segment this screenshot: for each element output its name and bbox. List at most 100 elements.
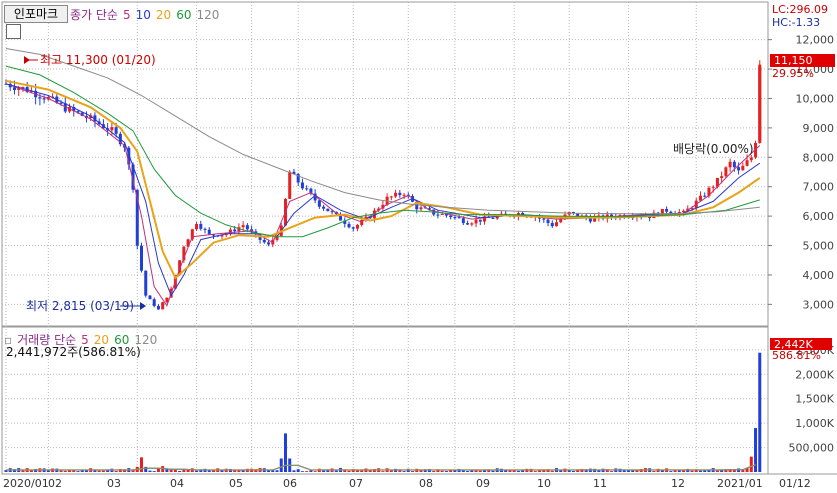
- candle-body: [288, 171, 292, 199]
- volume-bar: [652, 471, 656, 472]
- last-price-label: 11,150: [774, 54, 813, 67]
- volume-bar: [300, 471, 304, 472]
- volume-bar: [46, 470, 50, 472]
- candle-body: [110, 127, 114, 131]
- price-tick-label: 3,000: [803, 298, 835, 311]
- candle-body: [398, 192, 402, 196]
- price-tick-label: 6,000: [803, 210, 835, 223]
- legend-ma5: 5: [122, 8, 131, 22]
- candle-body: [12, 87, 16, 90]
- candle-body: [436, 214, 440, 216]
- volume-tick-label: 1,500K: [795, 393, 834, 406]
- volume-bar: [444, 471, 448, 472]
- legend-vma5: 5: [81, 333, 89, 347]
- candle-body: [419, 207, 423, 210]
- last-change-label: 29.95%: [772, 67, 814, 80]
- candle-body: [542, 218, 546, 220]
- time-tick-label: 09: [476, 477, 490, 490]
- volume-tick-label: 1,000K: [795, 417, 834, 430]
- candle-body: [449, 215, 453, 218]
- candle-body: [470, 223, 474, 225]
- candle-body: [161, 302, 165, 310]
- candle-body: [453, 217, 457, 219]
- volume-bar: [440, 470, 444, 472]
- volume-bar: [114, 470, 118, 472]
- time-tick-label: 08: [419, 477, 433, 490]
- grid-toggle-icon[interactable]: [6, 24, 21, 39]
- volume-bar: [152, 471, 156, 472]
- candle-body: [245, 225, 249, 230]
- legend-ma60: 60: [176, 8, 192, 22]
- price-tick-label: 9,000: [803, 122, 835, 135]
- volume-bar: [516, 470, 520, 472]
- stock-name-tab[interactable]: 인포마크: [4, 5, 68, 23]
- stock-chart[interactable]: 3,000 4,000 5,000 6,000 7,000 8,000 9,000 10,00…: [0, 0, 837, 493]
- time-tick-label: 10: [537, 477, 551, 490]
- volume-bar: [715, 470, 719, 472]
- volume-bar: [698, 470, 702, 472]
- candle-body: [728, 161, 732, 168]
- time-tick-label: 03: [107, 477, 121, 490]
- candle-body: [347, 223, 351, 228]
- candle-body: [317, 200, 321, 207]
- candle-body: [724, 167, 728, 177]
- candle-body: [148, 295, 152, 300]
- volume-bar: [682, 470, 686, 472]
- candle-body: [59, 102, 63, 104]
- volume-legend-name: 거래량 단순: [17, 333, 77, 347]
- price-tick-label: 4,000: [803, 269, 835, 282]
- candle-body: [474, 219, 478, 224]
- volume-bar: [673, 470, 677, 472]
- volume-bar: [411, 471, 415, 472]
- time-tick-label: 06: [283, 477, 297, 490]
- volume-bar: [211, 470, 215, 472]
- price-tick-label: 7,000: [803, 181, 835, 194]
- price-legend-name: 종가 단순: [70, 8, 118, 22]
- candle-body: [478, 219, 482, 222]
- price-tick-label: 10,000: [796, 92, 835, 105]
- volume-bar: [292, 470, 296, 472]
- candle-body: [749, 157, 753, 161]
- volume-bar: [347, 470, 351, 472]
- volume-bar: [533, 471, 537, 472]
- candle-body: [144, 270, 148, 296]
- last-volume-change: 586.81%: [772, 349, 821, 362]
- candle-body: [711, 186, 715, 188]
- volume-bar: [669, 471, 673, 472]
- volume-bar: [466, 471, 470, 472]
- candle-body: [42, 98, 46, 100]
- price-pane-frame: [1, 1, 769, 327]
- candle-body: [461, 218, 465, 224]
- volume-bar: [749, 456, 753, 472]
- candle-body: [330, 211, 334, 213]
- volume-legend-bullet: ▫: [4, 333, 13, 347]
- candle-body: [703, 195, 707, 197]
- time-tick-label: 05: [229, 477, 243, 490]
- volume-bar: [334, 470, 338, 472]
- time-tick-label: 07: [349, 477, 363, 490]
- volume-bar: [567, 470, 571, 472]
- hc-label: HC:-1.33: [772, 16, 820, 29]
- candle-body: [737, 167, 741, 171]
- volume-bar: [389, 470, 393, 472]
- volume-bar: [538, 470, 542, 472]
- candle-body: [389, 196, 393, 198]
- candle-body: [559, 219, 563, 223]
- candle-body: [322, 206, 326, 209]
- volume-bar: [76, 471, 80, 472]
- volume-bar: [402, 471, 406, 472]
- volume-bar: [690, 470, 694, 472]
- high-annotation: 최고 11,300 (01/20): [40, 53, 156, 67]
- candle-body: [207, 229, 211, 235]
- candle-body: [355, 224, 359, 229]
- volume-bar: [571, 470, 575, 472]
- volume-bar: [758, 352, 762, 472]
- candle-body: [262, 239, 266, 243]
- candle-body: [152, 299, 156, 306]
- candle-body: [402, 194, 406, 196]
- volume-bar: [182, 469, 186, 472]
- volume-bar: [432, 470, 436, 472]
- volume-bar: [313, 471, 317, 472]
- time-tick-label: 2021/01: [717, 477, 763, 490]
- legend-vma20: 20: [93, 333, 110, 347]
